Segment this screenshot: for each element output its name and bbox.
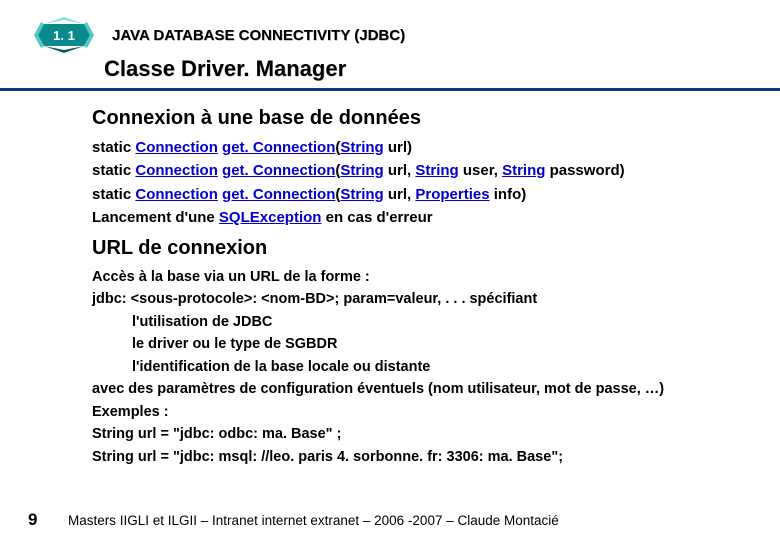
footer-text: Masters IIGLI et ILGII – Intranet intern…: [68, 513, 559, 528]
example-2: String url = "jdbc: msql: //leo. paris 4…: [92, 446, 760, 468]
method-signature-1: static Connection get. Connection(String…: [92, 136, 760, 159]
examples-label: Exemples :: [92, 401, 760, 423]
section2-heading: URL de connexion: [92, 237, 760, 260]
method-signature-3: static Connection get. Connection(String…: [92, 183, 760, 206]
bullet-ident: l'identification de la base locale ou di…: [92, 356, 760, 378]
type-string: String: [340, 139, 383, 156]
kw-static: static: [92, 139, 135, 156]
type-sqlexception: SQLException: [219, 209, 322, 226]
type-properties: Properties: [415, 186, 489, 203]
footer: 9 Masters IIGLI et ILGII – Intranet inte…: [0, 510, 780, 530]
bullet-driver: le driver ou le type de SGBDR: [92, 333, 760, 355]
method-getconnection: get. Connection: [222, 139, 335, 156]
method-signature-2: static Connection get. Connection(String…: [92, 159, 760, 182]
params-line: avec des paramètres de configuration éve…: [92, 378, 760, 400]
section-badge: 1. 1: [36, 18, 92, 52]
exception-note: Lancement d'une SQLException en cas d'er…: [92, 206, 760, 229]
header-row: 1. 1 JAVA DATABASE CONNECTIVITY (JDBC): [0, 0, 780, 52]
url-desc-line: Accès à la base via un URL de la forme :: [92, 266, 760, 288]
header-title: JAVA DATABASE CONNECTIVITY (JDBC): [112, 27, 405, 44]
subtitle-area: Classe Driver. Manager: [0, 56, 780, 91]
section-number: 1. 1: [53, 28, 75, 43]
example-1: String url = "jdbc: odbc: ma. Base" ;: [92, 423, 760, 445]
page-number: 9: [28, 510, 68, 530]
url-format-line: jdbc: <sous-protocole>: <nom-BD>; param=…: [92, 288, 760, 310]
type-connection: Connection: [135, 139, 218, 156]
section1-heading: Connexion à une base de données: [92, 107, 760, 130]
bullet-jdbc: l'utilisation de JDBC: [92, 311, 760, 333]
subtitle: Classe Driver. Manager: [104, 56, 780, 82]
content: Connexion à une base de données static C…: [0, 91, 780, 468]
